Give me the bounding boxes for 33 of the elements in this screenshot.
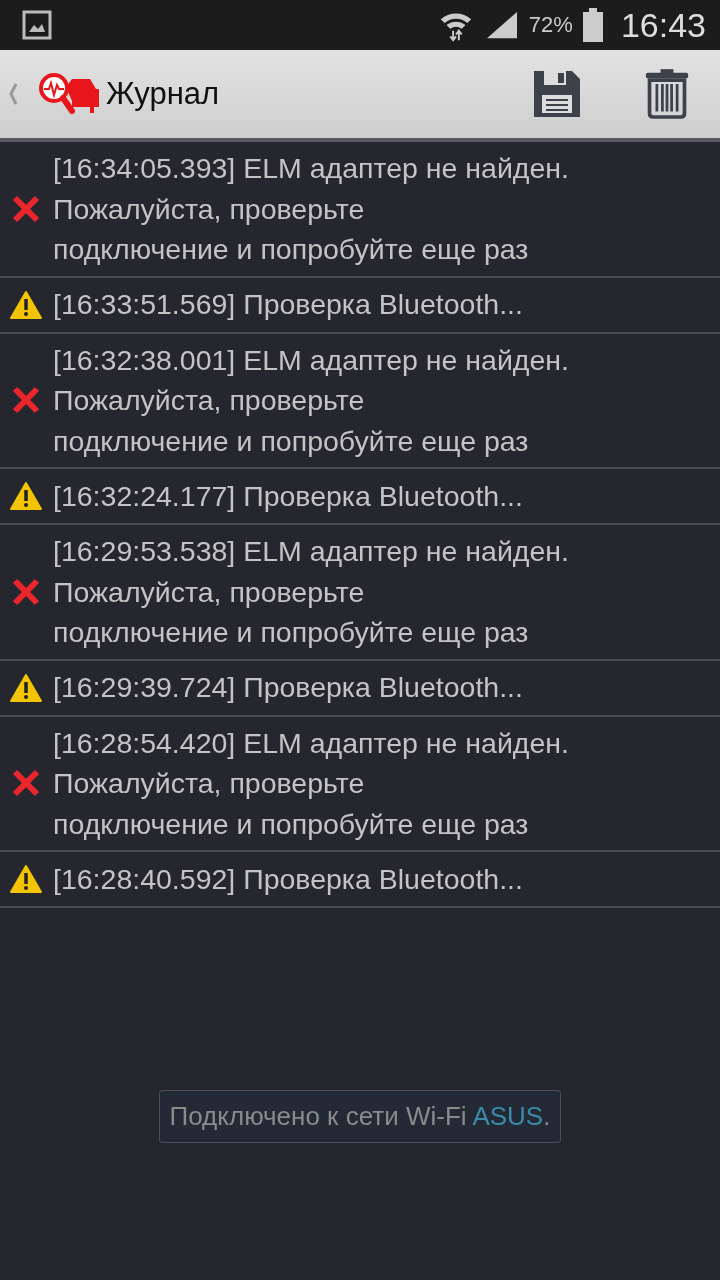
- log-message: [16:34:05.393] ELM адаптер не найден. Пожалуйста, проверьте подключение и попробуйте еще раз: [53, 151, 569, 267]
- log-entry[interactable]: [16:34:05.393] ELM адаптер не найден. Пожалуйста, проверьте подключение и попробуйте еще раз: [0, 142, 720, 278]
- log-message: [16:32:38.001] ELM адаптер не найден. Пожалуйста, проверьте подключение и попробуйте еще раз: [53, 342, 569, 459]
- log-entry[interactable]: [16:33:51.569] Проверка Bluetooth...: [0, 277, 720, 334]
- car-magnifier-icon[interactable]: [36, 71, 100, 117]
- log-message: [16:28:54.420] ELM адаптер не найден. Пожалуйста, проверьте подключение и попробуйте еще раз: [53, 725, 569, 842]
- cross-icon: [10, 768, 42, 799]
- cross-icon: [10, 385, 42, 416]
- log-message: [16:32:24.177] Проверка Bluetooth...: [53, 478, 523, 514]
- log-entry[interactable]: [16:29:53.538] ELM адаптер не найден. Пожалуйста, проверьте подключение и попробуйте еще раз: [0, 525, 720, 661]
- save-button[interactable]: [532, 69, 582, 119]
- cross-icon: [10, 576, 42, 607]
- log-message: [16:33:51.569] Проверка Bluetooth...: [53, 287, 523, 323]
- warning-icon: [10, 865, 42, 893]
- warning-icon: [10, 482, 42, 510]
- log-entry[interactable]: [16:28:54.420] ELM адаптер не найден. Пожалуйста, проверьте подключение и попробуйте еще раз: [0, 716, 720, 852]
- log-entry[interactable]: [16:32:24.177] Проверка Bluetooth...: [0, 469, 720, 525]
- log-entry[interactable]: [16:28:40.592] Проверка Bluetooth...: [0, 852, 720, 908]
- log-entry[interactable]: [16:29:39.724] Проверка Bluetooth...: [0, 660, 720, 717]
- warning-icon: [10, 290, 42, 319]
- battery-icon: [582, 8, 603, 42]
- log-message: [16:29:39.724] Проверка Bluetooth...: [53, 670, 523, 706]
- clock: 16:43: [620, 5, 706, 45]
- log-message: [16:28:40.592] Проверка Bluetooth...: [53, 861, 523, 897]
- delete-button[interactable]: [644, 69, 690, 119]
- toast-message: Подключено к сети Wi-Fi ASUS.: [158, 1090, 562, 1143]
- cross-icon: [10, 193, 42, 224]
- screen-title: Журнал: [106, 76, 220, 112]
- log-entry[interactable]: [16:32:38.001] ELM адаптер не найден. Пожалуйста, проверьте подключение и попробуйте еще раз: [0, 333, 720, 469]
- warning-icon: [10, 673, 42, 702]
- battery-level: 72%: [528, 12, 573, 38]
- log-message: [16:29:53.538] ELM адаптер не найден. Пожалуйста, проверьте подключение и попробуйте еще раз: [53, 534, 569, 650]
- gallery-icon: [22, 10, 52, 40]
